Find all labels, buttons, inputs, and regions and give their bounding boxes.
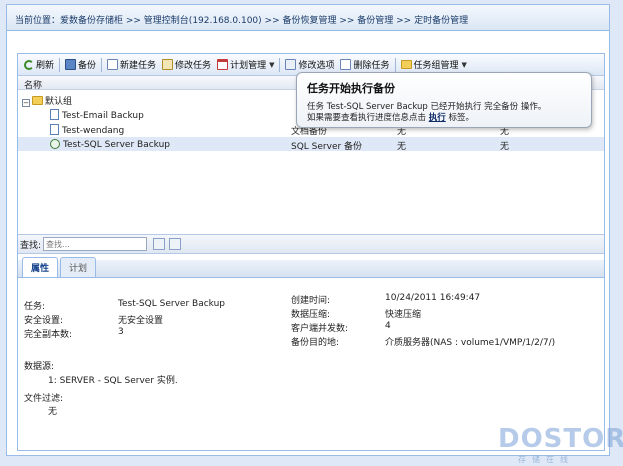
new-task-button[interactable]: 新建任务: [104, 56, 159, 74]
task-group-button[interactable]: 任务组管理 ▼: [398, 56, 470, 74]
chevron-down-icon: ▼: [461, 60, 467, 69]
copies-value: 3: [118, 327, 124, 337]
filter-label: 文件过滤:: [24, 394, 64, 404]
document-icon: [50, 109, 59, 120]
app-frame: 当前位置：爱数备份存储柜 >> 管理控制台(192.168.0.100) >> …: [6, 4, 610, 456]
edit-icon: [162, 59, 174, 70]
toolbar-separator: [394, 57, 396, 72]
calendar-icon: [217, 59, 229, 70]
toolbar-separator: [279, 57, 281, 72]
watermark-subtitle: 存储在线: [518, 455, 574, 464]
chevron-down-icon: ▼: [269, 60, 275, 69]
clients-label: 客户端并发数:: [291, 324, 349, 334]
edit-options-button[interactable]: 修改选项: [282, 56, 337, 74]
task-label: 任务:: [24, 302, 46, 312]
backup-button[interactable]: 备份: [62, 56, 99, 74]
clients-value: 4: [385, 321, 391, 331]
compress-value: 快速压缩: [385, 310, 422, 320]
search-bar: 查找:: [18, 234, 604, 254]
notification-popup: 任务开始执行备份 任务 Test-SQL Server Backup 已经开始执…: [296, 72, 592, 128]
source-value: 1: SERVER - SQL Server 实例.: [48, 376, 178, 386]
security-value: 无安全设置: [118, 316, 164, 326]
document-icon: [50, 124, 59, 135]
filter-value: 无: [48, 407, 58, 417]
watermark-brand: DOSTOR: [498, 424, 623, 454]
clock-icon: [50, 139, 60, 149]
clear-icon[interactable]: [169, 238, 182, 250]
search-label: 查找:: [20, 240, 42, 251]
security-label: 安全设置:: [24, 316, 64, 326]
collapse-icon[interactable]: −: [22, 99, 30, 107]
dest-value: 介质服务器(NAS : volume1/VMP/1/2/7/): [385, 338, 556, 348]
tab-schedule[interactable]: 计划: [60, 257, 97, 277]
popup-message: 任务 Test-SQL Server Backup 已经开始执行 完全备份 操作…: [307, 102, 547, 123]
breadcrumb: 当前位置：爱数备份存储柜 >> 管理控制台(192.168.0.100) >> …: [7, 5, 609, 31]
folder-icon: [32, 96, 43, 105]
search-icon[interactable]: [153, 238, 166, 250]
group-name: 默认组: [45, 97, 73, 107]
toolbar-separator: [101, 57, 103, 72]
folder-icon: [400, 60, 412, 69]
toolbar-separator: [59, 57, 61, 72]
search-input[interactable]: [43, 237, 148, 251]
created-value: 10/24/2011 16:49:47: [385, 293, 481, 303]
new-document-icon: [107, 59, 119, 70]
edit-task-button[interactable]: 修改任务: [159, 56, 214, 74]
dest-label: 备份目的地:: [291, 338, 340, 348]
created-label: 创建时间:: [291, 296, 331, 306]
popup-title: 任务开始执行备份: [307, 82, 395, 95]
disk-icon: [65, 59, 77, 70]
detail-tabs: 属性 计划: [18, 257, 604, 278]
watermark-logo: DOSTOR 存储在线: [478, 420, 623, 464]
copies-label: 完全副本数:: [24, 330, 73, 340]
delete-icon: [340, 59, 352, 70]
compress-label: 数据压缩:: [291, 310, 331, 320]
backup-panel: 刷新 备份 新建任务 修改任务 计划管理 ▼ 修改选项 删除任务 任务组管理 ▼ 名…: [17, 53, 605, 451]
refresh-button[interactable]: 刷新: [21, 56, 57, 74]
table-row[interactable]: Test-SQL Server Backup SQL Server 备份 无 无: [18, 137, 604, 152]
task-value: Test-SQL Server Backup: [118, 299, 226, 309]
delete-task-button[interactable]: 删除任务: [337, 56, 392, 74]
tab-properties[interactable]: 属性: [22, 257, 59, 277]
refresh-icon: [24, 59, 34, 70]
options-icon: [285, 59, 297, 70]
source-label: 数据源:: [24, 362, 55, 372]
execute-link[interactable]: 执行: [429, 113, 446, 123]
schedule-button[interactable]: 计划管理 ▼: [214, 56, 277, 74]
